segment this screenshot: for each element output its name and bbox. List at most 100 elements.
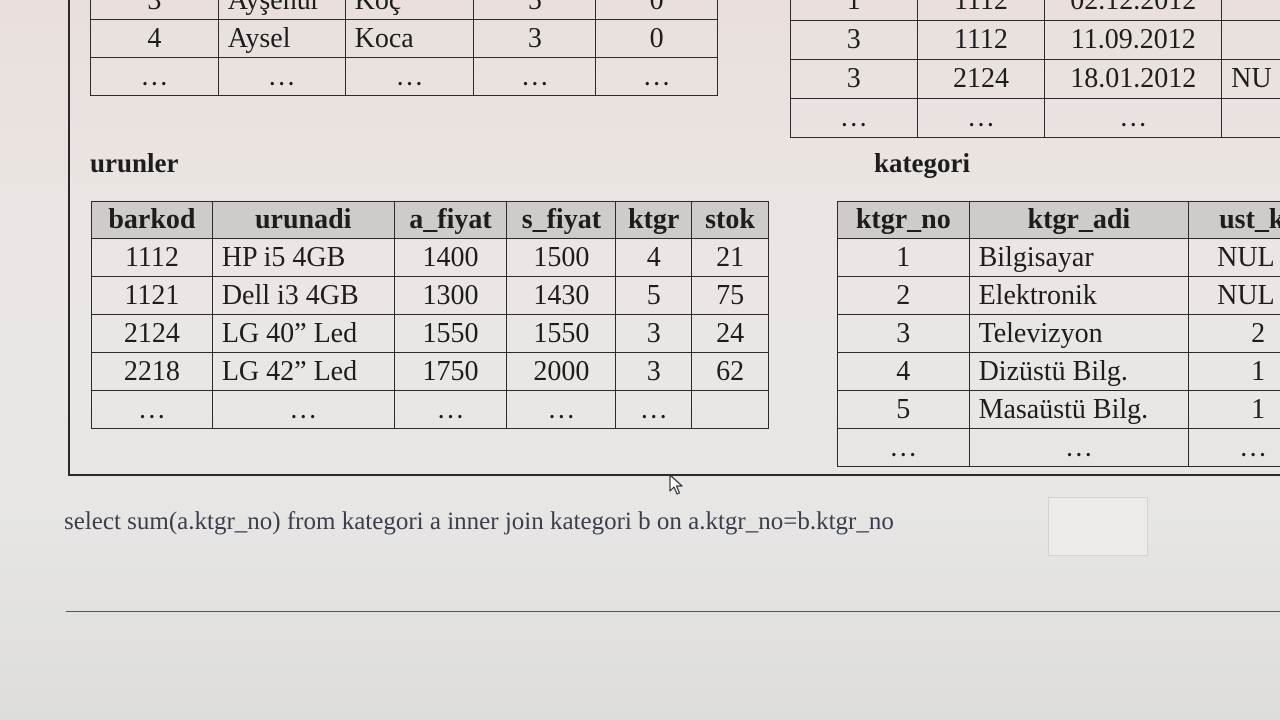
table-cell: 4	[615, 238, 693, 277]
table-header-row: ktgr_no ktgr_adi ust_kt	[837, 201, 1280, 239]
table-row: … … … … …	[91, 390, 769, 429]
table-cell: Koç	[344, 0, 475, 20]
table-cell: LG 42” Led	[211, 352, 395, 391]
table-cell: 1	[837, 238, 970, 277]
table-row: 2124 LG 40” Led 1550 1550 3 24	[91, 314, 769, 353]
table-cell: …	[615, 390, 693, 429]
table-cell: NU	[1221, 59, 1280, 99]
table-cell: 1500	[506, 238, 617, 277]
table-cell: 3	[615, 352, 693, 391]
table-row: 3 1112 11.09.2012	[790, 20, 1280, 60]
divider	[66, 611, 1280, 612]
table-row: 3 Televizyon 2	[837, 314, 1280, 353]
table-cell: …	[837, 428, 970, 467]
table-row: … … … … …	[90, 57, 718, 96]
table-cell: Masaüstü Bilg.	[968, 390, 1190, 429]
table-cell: …	[790, 98, 918, 138]
table-cell: …	[1044, 98, 1223, 138]
table-cell: Aysel	[217, 19, 346, 58]
mouse-pointer-icon	[669, 474, 683, 495]
kategori-caption: kategori	[874, 148, 970, 178]
column-header: stok	[691, 201, 769, 239]
table-cell: 11.09.2012	[1044, 20, 1223, 60]
table-cell: 3	[790, 59, 918, 99]
column-header: barkod	[91, 201, 213, 239]
table-cell: 1550	[393, 314, 508, 353]
table-cell: Bilgisayar	[968, 238, 1190, 277]
table-cell: Ayşenur	[217, 0, 346, 20]
column-header: a_fiyat	[393, 201, 508, 239]
table-cell: 3	[90, 0, 219, 20]
question-query-text: select sum(a.ktgr_no) from kategori a in…	[64, 508, 894, 535]
table-cell	[1221, 20, 1280, 60]
table-cell: 1	[1188, 390, 1280, 429]
table-cell: 5	[837, 390, 970, 429]
table-cell: 1112	[916, 20, 1046, 60]
table-cell: LG 40” Led	[211, 314, 395, 353]
table-cell: 0	[595, 0, 718, 20]
musteri-table: 3 Ayşenur Koç 5 0 4 Aysel Koca 3 0 … … ……	[90, 0, 718, 96]
column-header: urunadi	[211, 201, 395, 239]
table-row: 5 Masaüstü Bilg. 1	[837, 390, 1280, 429]
table-cell: 02.12.2012	[1044, 0, 1223, 21]
table-row: 1 1112 02.12.2012	[790, 0, 1280, 21]
table-cell: 62	[691, 352, 769, 391]
table-cell: 4	[837, 352, 970, 391]
table-cell: …	[217, 57, 346, 96]
column-header: ktgr	[615, 201, 693, 239]
urunler-caption: urunler	[90, 148, 179, 178]
table-cell	[1221, 98, 1280, 138]
table-cell: NUL	[1188, 276, 1280, 315]
table-cell: 1550	[506, 314, 617, 353]
table-cell: 5	[615, 276, 693, 315]
table-cell: 3	[837, 314, 970, 353]
table-cell: …	[90, 57, 219, 96]
table-cell: …	[595, 57, 718, 96]
table-cell: 24	[691, 314, 769, 353]
table-row: 3 2124 18.01.2012 NU	[790, 59, 1280, 99]
table-cell: Televizyon	[968, 314, 1190, 353]
table-cell	[1221, 0, 1280, 21]
table-cell: 1430	[506, 276, 617, 315]
table-cell: 18.01.2012	[1044, 59, 1223, 99]
table-cell: 2124	[91, 314, 213, 353]
table-cell: …	[393, 390, 508, 429]
table-row: 2218 LG 42” Led 1750 2000 3 62	[91, 352, 769, 391]
table-row: 1121 Dell i3 4GB 1300 1430 5 75	[91, 276, 769, 315]
satis-table: 1 1112 02.12.2012 3 1112 11.09.2012 3 21…	[790, 0, 1280, 138]
column-header: s_fiyat	[506, 201, 617, 239]
table-cell: 75	[691, 276, 769, 315]
table-cell: Dell i3 4GB	[211, 276, 395, 315]
table-cell: 3	[473, 19, 597, 58]
table-row: 1112 HP i5 4GB 1400 1500 4 21	[91, 238, 769, 277]
column-header: ktgr_no	[837, 201, 970, 239]
table-cell: 1121	[91, 276, 213, 315]
table-cell: 0	[595, 19, 718, 58]
table-row: 2 Elektronik NUL	[837, 276, 1280, 315]
table-cell: 2	[837, 276, 970, 315]
table-row: 4 Aysel Koca 3 0	[90, 19, 718, 58]
table-cell: 2124	[916, 59, 1046, 99]
urunler-table: barkod urunadi a_fiyat s_fiyat ktgr stok…	[91, 201, 769, 429]
table-cell: …	[968, 428, 1190, 467]
answer-input[interactable]	[1048, 497, 1148, 556]
table-cell: 2000	[506, 352, 617, 391]
table-cell: …	[916, 98, 1046, 138]
table-row: … … …	[837, 428, 1280, 467]
table-cell: 1112	[91, 238, 213, 277]
table-row: 3 Ayşenur Koç 5 0	[90, 0, 718, 20]
table-cell: …	[91, 390, 213, 429]
table-cell: 1112	[916, 0, 1046, 21]
table-cell: 1400	[393, 238, 508, 277]
table-cell: HP i5 4GB	[211, 238, 395, 277]
table-cell: 1	[1188, 352, 1280, 391]
table-cell: 3	[615, 314, 693, 353]
table-cell: 1	[790, 0, 918, 21]
table-cell: 1750	[393, 352, 508, 391]
column-header: ust_kt	[1188, 201, 1280, 239]
table-cell: Elektronik	[968, 276, 1190, 315]
table-cell: 4	[90, 19, 219, 58]
table-cell	[691, 390, 769, 429]
table-cell: 1300	[393, 276, 508, 315]
table-cell: …	[473, 57, 597, 96]
